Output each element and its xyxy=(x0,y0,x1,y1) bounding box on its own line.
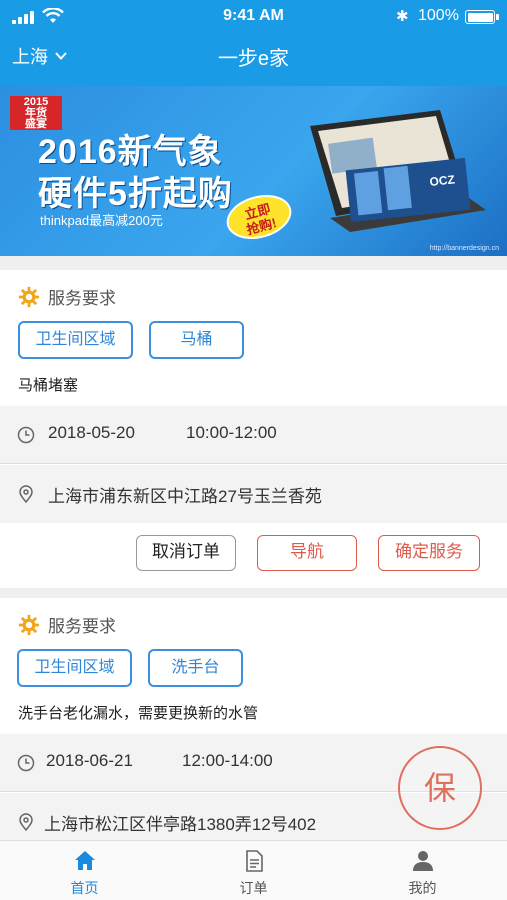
address-row: 上海市浦东新区中江路27号玉兰香苑 xyxy=(0,465,507,523)
section-label: 服务要求 xyxy=(48,289,116,308)
order-time: 10:00-12:00 xyxy=(186,423,277,442)
tab-profile[interactable]: 我的 xyxy=(338,841,507,900)
tab-orders[interactable]: 订单 xyxy=(169,841,338,900)
tab-label: 首页 xyxy=(70,880,99,896)
section-label: 服务要求 xyxy=(48,617,116,636)
schedule-row: 2018-05-20 10:00-12:00 xyxy=(0,406,507,464)
cancel-order-button[interactable]: 取消订单 xyxy=(136,535,236,571)
guarantee-float-button[interactable]: 保 xyxy=(398,746,482,830)
order-address: 上海市松江区伴亭路1380弄12号402 xyxy=(44,815,317,834)
tag-washbasin[interactable]: 洗手台 xyxy=(148,649,243,687)
tag-toilet[interactable]: 马桶 xyxy=(149,321,244,359)
tab-label: 我的 xyxy=(408,880,437,896)
navigate-button[interactable]: 导航 xyxy=(257,535,357,571)
location-pin-icon xyxy=(19,813,33,831)
tab-bar: 首页 订单 我的 xyxy=(0,840,507,900)
order-description: 洗手台老化漏水，需要更换新的水管 xyxy=(18,705,259,722)
order-description: 马桶堵塞 xyxy=(18,377,79,394)
clock-icon xyxy=(17,754,35,772)
battery-percent: 100% xyxy=(418,7,459,24)
order-date: 2018-05-20 xyxy=(48,423,135,442)
order-card: 服务要求 卫生间区域 马桶 马桶堵塞 2018-05-20 10:00-12:0… xyxy=(0,270,507,588)
tab-home[interactable]: 首页 xyxy=(0,841,169,900)
confirm-service-button[interactable]: 确定服务 xyxy=(378,535,480,571)
order-address: 上海市浦东新区中江路27号玉兰香苑 xyxy=(48,487,322,506)
gear-icon xyxy=(18,614,40,635)
status-bar: 9:41 AM ✱ 100% xyxy=(0,0,507,32)
banner-headline-2: 硬件5折起购 xyxy=(38,175,233,213)
city-label: 上海 xyxy=(12,47,48,67)
home-icon xyxy=(74,851,95,870)
tag-bathroom-area[interactable]: 卫生间区域 xyxy=(17,649,132,687)
city-selector[interactable]: 上海 xyxy=(12,43,68,69)
laptop-image: OCZ xyxy=(310,110,486,232)
tab-label: 订单 xyxy=(239,880,268,896)
banner-brand: OCZ xyxy=(429,172,456,189)
service-requirements-header: 服务要求 xyxy=(18,612,116,637)
tag-bathroom-area[interactable]: 卫生间区域 xyxy=(18,321,133,359)
service-requirements-header: 服务要求 xyxy=(18,284,116,309)
top-bar: 9:41 AM ✱ 100% 上海 一步e家 xyxy=(0,0,507,86)
bluetooth-icon: ✱ xyxy=(396,8,409,25)
battery-icon xyxy=(465,10,499,24)
clock-icon xyxy=(17,426,35,444)
page-title: 一步e家 xyxy=(217,48,290,70)
order-date: 2018-06-21 xyxy=(46,751,133,770)
person-icon xyxy=(412,851,433,871)
location-pin-icon xyxy=(19,485,33,503)
chevron-down-icon xyxy=(55,52,67,60)
promo-banner[interactable]: 2015 年货 盛宴 2016新气象 硬件5折起购 thinkpad最高减200… xyxy=(0,86,507,256)
document-icon xyxy=(245,850,263,872)
banner-url: http://bannerdesign.cn xyxy=(429,245,499,252)
banner-subline: thinkpad最高减200元 xyxy=(40,213,163,228)
gear-icon xyxy=(18,286,40,307)
order-time: 12:00-14:00 xyxy=(182,751,273,770)
